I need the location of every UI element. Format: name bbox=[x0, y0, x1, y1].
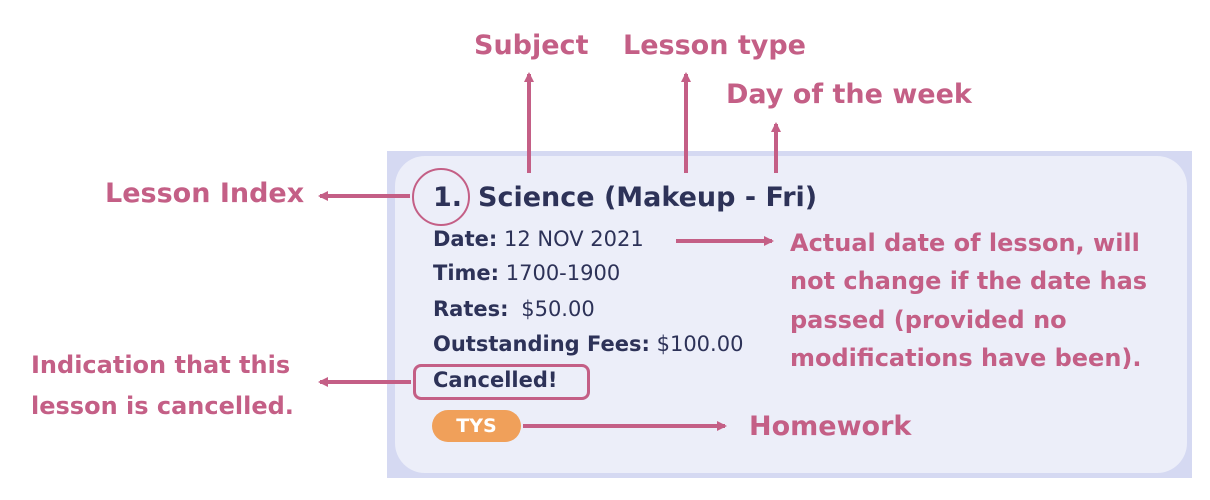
annotation-arrows bbox=[318, 72, 781, 431]
